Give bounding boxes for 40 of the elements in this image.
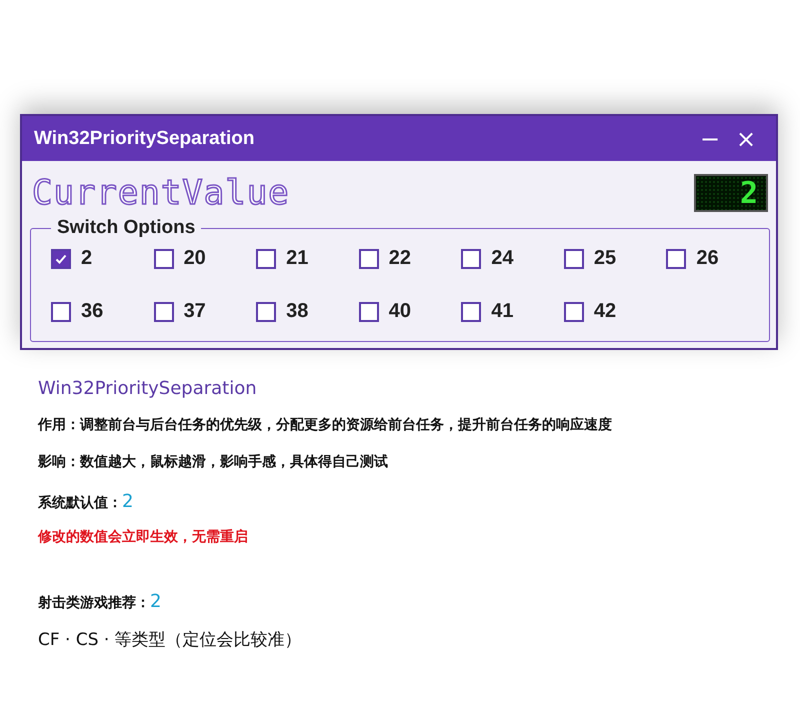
option-checkbox[interactable]: 24 — [461, 247, 564, 270]
option-checkbox[interactable]: 20 — [154, 247, 256, 270]
note-text: 作用：调整前台与后台任务的优先级，分配更多的资源给前台任务，提升前台任务的响应速度 — [38, 416, 613, 434]
checkbox[interactable] — [51, 248, 71, 268]
checkbox[interactable] — [154, 302, 174, 322]
checkbox[interactable] — [461, 302, 482, 322]
option-checkbox[interactable]: 42 — [564, 300, 666, 323]
option-checkbox[interactable]: 40 — [358, 300, 462, 323]
checkbox[interactable] — [358, 248, 379, 268]
check-icon — [55, 252, 67, 264]
checkbox[interactable] — [154, 248, 174, 268]
option-checkbox[interactable]: 2 — [51, 247, 154, 270]
note-text: 修改的数值会立即生效，无需重启 — [38, 528, 249, 547]
option-checkbox[interactable]: 38 — [256, 300, 359, 323]
note-text: 射击类游戏推荐：2 — [38, 590, 162, 614]
option-checkbox[interactable]: 21 — [256, 247, 359, 270]
checkbox[interactable] — [666, 248, 686, 268]
option-checkbox[interactable]: 36 — [51, 300, 154, 323]
checkbox[interactable] — [564, 302, 584, 322]
option-checkbox[interactable]: 37 — [154, 300, 256, 323]
option-checkbox[interactable]: 41 — [461, 300, 564, 323]
checkbox[interactable] — [358, 302, 379, 322]
note-text: CF · CS · 等类型（定位会比较准） — [38, 629, 303, 652]
checkbox[interactable] — [256, 248, 276, 268]
checkbox[interactable] — [51, 302, 71, 322]
note-text: 影响：数值越大，鼠标越滑，影响手感，具体得自己测试 — [38, 453, 389, 472]
value-label: CurrentValue — [32, 173, 290, 213]
option-checkbox[interactable]: 25 — [564, 247, 666, 270]
group-title: Switch Options — [56, 217, 196, 239]
close-button[interactable]: × — [728, 124, 764, 152]
option-checkbox[interactable]: 26 — [666, 247, 769, 270]
minimize-button[interactable]: − — [692, 124, 728, 152]
option-checkbox[interactable]: 22 — [358, 247, 462, 270]
note-text: 系统默认值：2 — [38, 490, 134, 514]
led-display: 2 — [694, 174, 768, 212]
checkbox[interactable] — [256, 302, 276, 322]
note-heading: Win32PrioritySeparation — [38, 378, 258, 401]
checkbox[interactable] — [461, 248, 482, 268]
window-title: Win32PrioritySeparation — [34, 128, 256, 150]
checkbox[interactable] — [564, 248, 584, 268]
